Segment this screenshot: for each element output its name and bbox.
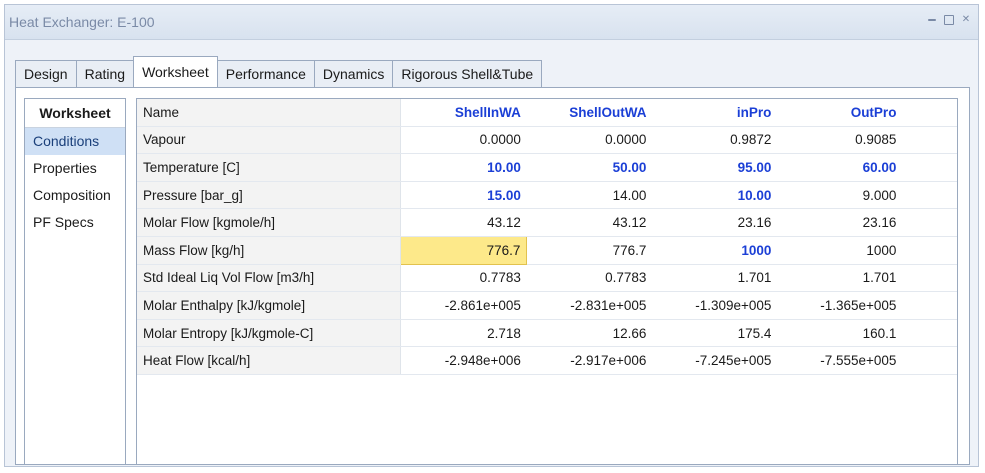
conditions-table: Name ShellInWA ShellOutWA inPro OutPro V…	[137, 99, 957, 375]
side-nav-title: Worksheet	[25, 99, 125, 128]
title-bar: Heat Exchanger: E-100 ✕	[5, 5, 978, 40]
value-cell[interactable]: -1.365e+005	[777, 291, 903, 320]
value-cell[interactable]: -2.917e+006	[526, 346, 653, 375]
filler-cell	[902, 153, 957, 182]
value-cell[interactable]: 23.16	[652, 208, 778, 237]
close-icon[interactable]: ✕	[960, 14, 972, 26]
value-cell[interactable]: 0.9872	[652, 126, 778, 155]
value-cell[interactable]: 0.9085	[777, 126, 903, 155]
row-label: Molar Enthalpy [kJ/kgmole]	[137, 291, 402, 320]
filler-cell	[902, 346, 957, 375]
value-cell[interactable]: 175.4	[652, 319, 778, 348]
window-title: Heat Exchanger: E-100	[9, 14, 155, 30]
row-label: Mass Flow [kg/h]	[137, 236, 402, 265]
side-item-conditions[interactable]: Conditions	[25, 128, 125, 155]
tab-worksheet[interactable]: Worksheet	[133, 56, 218, 87]
conditions-grid: Name ShellInWA ShellOutWA inPro OutPro V…	[136, 98, 958, 464]
row-label: Molar Entropy [kJ/kgmole-C]	[137, 319, 402, 348]
value-cell[interactable]: 50.00	[526, 153, 653, 182]
value-cell[interactable]: 43.12	[400, 208, 527, 237]
value-cell[interactable]: 776.7	[526, 236, 653, 265]
filler-cell	[902, 291, 957, 320]
filler-cell	[902, 126, 957, 155]
table-row: Pressure [bar_g] 15.00 14.00 10.00 9.000	[137, 181, 957, 210]
filler-cell	[902, 99, 957, 127]
table-row: Vapour 0.0000 0.0000 0.9872 0.9085	[137, 126, 957, 155]
side-item-pf-specs[interactable]: PF Specs	[25, 209, 125, 236]
filler-cell	[902, 208, 957, 237]
tab-dynamics[interactable]: Dynamics	[313, 60, 394, 87]
table-row: Temperature [C] 10.00 50.00 95.00 60.00	[137, 153, 957, 182]
value-cell[interactable]: 0.7783	[526, 264, 653, 293]
value-cell[interactable]: 23.16	[777, 208, 903, 237]
value-cell[interactable]: 1.701	[652, 264, 778, 293]
row-label: Vapour	[137, 126, 402, 155]
table-row: Mass Flow [kg/h] 776.7 776.7 1000 1000	[137, 235, 957, 265]
filler-cell	[902, 236, 957, 265]
value-cell[interactable]: 160.1	[777, 319, 903, 348]
tab-strip: Design Rating Worksheet Performance Dyna…	[15, 56, 543, 87]
table-header-row: Name ShellInWA ShellOutWA inPro OutPro	[137, 99, 957, 127]
value-cell[interactable]: 95.00	[652, 153, 778, 182]
heat-exchanger-window: Heat Exchanger: E-100 ✕ Design Rating Wo…	[4, 4, 979, 467]
window-controls: ✕	[926, 14, 972, 26]
table-row: Molar Enthalpy [kJ/kgmole] -2.861e+005 -…	[137, 291, 957, 320]
value-cell[interactable]: -7.245e+005	[652, 346, 778, 375]
value-cell[interactable]: 2.718	[400, 319, 527, 348]
tab-performance[interactable]: Performance	[216, 60, 315, 87]
worksheet-side-nav: Worksheet Conditions Properties Composit…	[24, 98, 126, 464]
row-label: Heat Flow [kcal/h]	[137, 346, 402, 375]
side-item-composition[interactable]: Composition	[25, 182, 125, 209]
value-cell[interactable]: 14.00	[526, 181, 653, 210]
selected-value-cell[interactable]: 776.7	[400, 235, 528, 265]
value-cell[interactable]: 15.00	[400, 181, 527, 210]
row-label: Temperature [C]	[137, 153, 402, 182]
table-row: Molar Flow [kgmole/h] 43.12 43.12 23.16 …	[137, 208, 957, 237]
row-label: Pressure [bar_g]	[137, 181, 402, 210]
value-cell[interactable]: 43.12	[526, 208, 653, 237]
value-cell[interactable]: 10.00	[400, 153, 527, 182]
maximize-icon[interactable]	[944, 15, 954, 25]
filler-cell	[902, 264, 957, 293]
row-label: Molar Flow [kgmole/h]	[137, 208, 402, 237]
table-row: Molar Entropy [kJ/kgmole-C] 2.718 12.66 …	[137, 319, 957, 348]
value-cell[interactable]: 60.00	[777, 153, 903, 182]
column-header-shellinwa[interactable]: ShellInWA	[400, 99, 527, 127]
minimize-icon[interactable]	[926, 14, 938, 26]
value-cell[interactable]: 0.0000	[526, 126, 653, 155]
column-header-inpro[interactable]: inPro	[652, 99, 778, 127]
value-cell[interactable]: 0.0000	[400, 126, 527, 155]
value-cell[interactable]: 1.701	[777, 264, 903, 293]
value-cell[interactable]: 10.00	[652, 181, 778, 210]
value-cell[interactable]: -7.555e+005	[777, 346, 903, 375]
table-row: Std Ideal Liq Vol Flow [m3/h] 0.7783 0.7…	[137, 264, 957, 293]
table-row: Heat Flow [kcal/h] -2.948e+006 -2.917e+0…	[137, 346, 957, 375]
column-header-shelloutwa[interactable]: ShellOutWA	[526, 99, 653, 127]
value-cell[interactable]: 0.7783	[400, 264, 527, 293]
value-cell[interactable]: -2.831e+005	[526, 291, 653, 320]
header-name-cell: Name	[137, 99, 402, 127]
value-cell[interactable]: 12.66	[526, 319, 653, 348]
tab-rating[interactable]: Rating	[75, 60, 135, 87]
value-cell[interactable]: -1.309e+005	[652, 291, 778, 320]
value-cell[interactable]: -2.861e+005	[400, 291, 527, 320]
side-item-properties[interactable]: Properties	[25, 155, 125, 182]
tab-rigorous-shell-tube[interactable]: Rigorous Shell&Tube	[392, 60, 543, 87]
value-cell[interactable]: 1000	[652, 236, 778, 265]
filler-cell	[902, 319, 957, 348]
value-cell[interactable]: -2.948e+006	[400, 346, 527, 375]
value-cell[interactable]: 9.000	[777, 181, 903, 210]
tab-design[interactable]: Design	[15, 60, 77, 87]
value-cell[interactable]: 1000	[777, 236, 903, 265]
filler-cell	[902, 181, 957, 210]
worksheet-content: Worksheet Conditions Properties Composit…	[15, 87, 970, 465]
column-header-outpro[interactable]: OutPro	[777, 99, 903, 127]
row-label: Std Ideal Liq Vol Flow [m3/h]	[137, 264, 402, 293]
